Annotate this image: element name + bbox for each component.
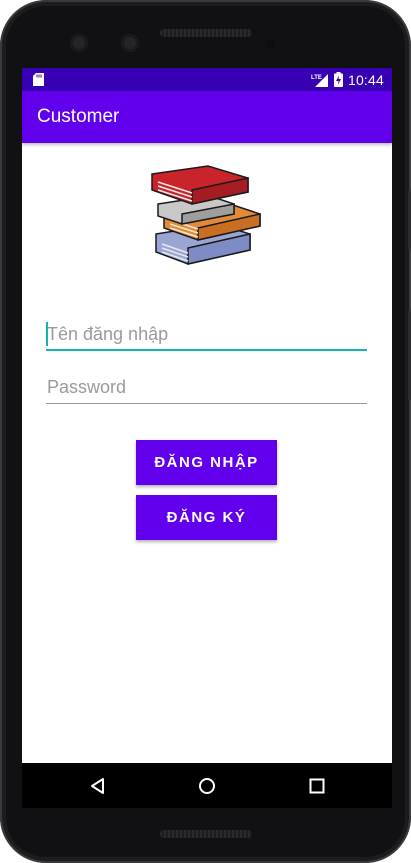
stack-of-books-icon [151,165,261,265]
username-field[interactable] [46,317,367,351]
bottom-speaker [160,830,252,838]
password-underline [46,403,367,404]
phone-frame: LTE 10:44 Customer Tên đăng nhập ĐĂNG NH… [0,0,411,863]
proximity-sensor [265,39,275,49]
username-input[interactable] [46,317,367,351]
username-underline [46,349,367,351]
register-button[interactable]: ĐĂNG KÝ [136,495,277,540]
status-bar: LTE 10:44 [22,68,392,91]
home-icon[interactable] [197,776,217,796]
app-screen: LTE 10:44 Customer Tên đăng nhập ĐĂNG NH… [22,68,392,808]
text-cursor [46,322,48,346]
network-type-label: LTE [311,75,322,81]
app-title: Customer [37,106,120,127]
battery-charging-icon [333,72,343,87]
login-button[interactable]: ĐĂNG NHẬP [136,440,277,485]
system-navigation-bar [22,763,392,808]
earpiece-speaker [160,29,252,37]
lte-signal-icon: LTE [311,73,328,87]
password-input[interactable] [46,370,367,404]
status-time: 10:44 [347,71,384,88]
back-icon[interactable] [88,776,108,796]
recent-apps-icon[interactable] [307,776,327,796]
app-bar: Customer [22,91,392,143]
password-field[interactable] [46,370,367,404]
front-camera [70,34,88,52]
sd-card-icon [33,73,44,86]
front-camera-secondary [121,34,139,52]
